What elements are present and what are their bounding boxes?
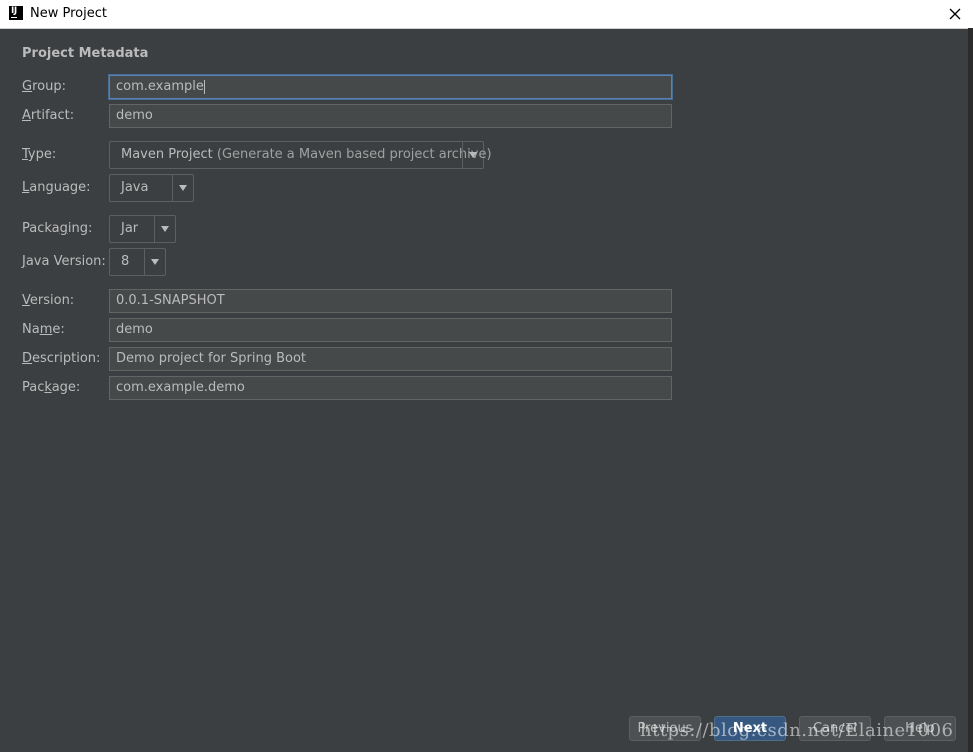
chevron-down-icon: [161, 226, 169, 232]
name-label: Name:: [22, 322, 65, 337]
section-title: Project Metadata: [22, 46, 149, 61]
version-field[interactable]: 0.0.1-SNAPSHOT: [109, 289, 672, 313]
packaging-value: Jar: [121, 221, 139, 236]
window-title: New Project: [30, 6, 107, 21]
type-dropdown[interactable]: Maven Project (Generate a Maven based pr…: [109, 141, 492, 169]
language-value: Java: [121, 180, 149, 195]
chevron-down-icon: [469, 152, 477, 158]
watermark: https://blog.csdn.net/Elaine1006: [640, 720, 954, 741]
close-icon: [949, 8, 961, 20]
chevron-down-icon: [151, 259, 159, 265]
close-button[interactable]: [940, 2, 970, 26]
type-label: Type:: [22, 147, 57, 162]
type-dropdown-arrow[interactable]: [462, 142, 483, 168]
description-field[interactable]: Demo project for Spring Boot: [109, 347, 672, 371]
package-label: Package:: [22, 380, 81, 395]
artifact-field[interactable]: demo: [109, 104, 672, 128]
group-field[interactable]: com.example: [109, 75, 672, 99]
chevron-down-icon: [179, 185, 187, 191]
java-version-label: Java Version:: [22, 254, 106, 269]
java-version-dropdown[interactable]: 8: [109, 248, 166, 276]
packaging-dropdown-arrow[interactable]: [154, 216, 175, 242]
packaging-dropdown[interactable]: Jar: [109, 215, 176, 243]
name-field[interactable]: demo: [109, 318, 672, 342]
version-label: Version:: [22, 293, 75, 308]
text-caret: [203, 79, 205, 94]
group-label: Group:: [22, 79, 66, 94]
type-hint: (Generate a Maven based project archive): [216, 147, 492, 162]
packaging-label: Packaging:: [22, 221, 93, 236]
artifact-label: Artifact:: [22, 108, 75, 123]
language-label: Language:: [22, 180, 91, 195]
description-label: Description:: [22, 351, 101, 366]
background-window-edge: [968, 28, 973, 752]
java-version-dropdown-arrow[interactable]: [144, 249, 165, 275]
language-dropdown-arrow[interactable]: [172, 175, 193, 201]
intellij-idea-icon: IJ: [9, 6, 23, 20]
language-dropdown[interactable]: Java: [109, 174, 194, 202]
title-bar: IJ New Project: [0, 0, 973, 29]
java-version-value: 8: [121, 254, 130, 269]
package-field[interactable]: com.example.demo: [109, 376, 672, 400]
new-project-dialog: IJ New Project Project Metadata Group: c…: [0, 0, 973, 752]
type-value: Maven Project: [121, 147, 213, 162]
